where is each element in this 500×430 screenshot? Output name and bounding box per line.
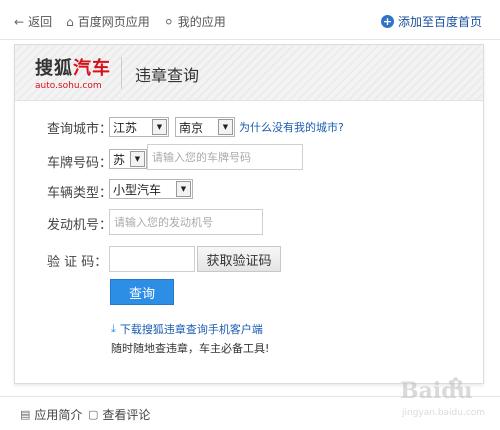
engine-number-input[interactable]: 请输入您的发动机号 [109, 209, 263, 235]
baidu-watermark: Baidu ✿ jingyan.baidu.com [400, 372, 492, 422]
plate-prefix-value: 苏 [113, 152, 126, 167]
plate-number-input[interactable]: 请输入您的车牌号码 [147, 144, 303, 170]
view-comments-label: 查看评论 [102, 408, 151, 422]
app-intro-label: 应用简介 [34, 408, 83, 422]
download-section: ⤓ 下载搜狐违章查询手机客户端 随时随地查违章，车主必备工具! [111, 321, 269, 356]
chevron-down-icon: ▼ [218, 119, 233, 135]
top-nav-bar: ← 返回 ⌂ 百度网页应用 ⚪ 我的应用 + 添加至百度首页 [0, 0, 500, 40]
logo-text-sohu: 搜狐 [35, 58, 73, 79]
logo-url: auto.sohu.com [35, 81, 102, 91]
download-client-link[interactable]: ⤓ 下载搜狐违章查询手机客户端 [111, 321, 269, 337]
download-tagline: 随时随地查违章，车主必备工具! [111, 342, 270, 355]
chevron-down-icon: ▼ [152, 119, 167, 135]
province-select[interactable]: 江苏 ▼ [109, 117, 169, 137]
page-title: 违章查询 [135, 66, 200, 85]
chevron-down-icon: ▼ [130, 151, 145, 167]
sohu-auto-logo: 搜狐汽车 auto.sohu.com [35, 54, 111, 91]
logo-text-auto: 汽车 [73, 58, 111, 79]
comment-icon: ▢ [88, 408, 99, 421]
watermark-url: jingyan.baidu.com [402, 408, 486, 418]
baidu-apps-label: 百度网页应用 [77, 15, 150, 29]
back-label: 返回 [28, 15, 53, 29]
chevron-down-icon: ▼ [176, 181, 191, 197]
my-apps-link[interactable]: ⚪ 我的应用 [164, 13, 226, 30]
vehicle-type-value: 小型汽车 [113, 182, 162, 197]
city-select[interactable]: 南京 ▼ [175, 117, 235, 137]
baidu-apps-link[interactable]: ⌂ 百度网页应用 [66, 13, 150, 30]
back-link[interactable]: ← 返回 [14, 13, 52, 30]
home-icon: ⌂ [66, 14, 74, 29]
city-value: 南京 [179, 120, 204, 135]
download-icon: ⤓ [111, 322, 116, 335]
user-icon: ⚪ [163, 14, 174, 29]
plus-icon: + [380, 15, 394, 28]
app-intro-link[interactable]: ▤ 应用简介 [20, 406, 82, 423]
document-icon: ▤ [20, 408, 31, 421]
download-client-label: 下载搜狐违章查询手机客户端 [119, 323, 263, 336]
violation-query-card: 搜狐汽车 auto.sohu.com 违章查询 查询城市： 江苏 ▼ 南京 ▼ … [14, 44, 484, 384]
province-value: 江苏 [113, 120, 138, 135]
vehicle-type-select[interactable]: 小型汽车 ▼ [109, 179, 193, 199]
add-to-homepage-link[interactable]: + 添加至百度首页 [380, 13, 482, 30]
back-arrow-icon: ← [14, 14, 25, 29]
header-divider [121, 57, 122, 89]
query-button[interactable]: 查询 [110, 279, 174, 305]
card-header: 搜狐汽车 auto.sohu.com 违章查询 [15, 45, 483, 101]
top-nav: ← 返回 ⌂ 百度网页应用 ⚪ 我的应用 [14, 13, 240, 30]
add-to-homepage-label: 添加至百度首页 [397, 15, 482, 29]
view-comments-link[interactable]: ▢ 查看评论 [88, 406, 150, 423]
paw-icon: ✿ [448, 374, 464, 395]
get-code-button[interactable]: 获取验证码 [197, 246, 281, 272]
plate-prefix-select[interactable]: 苏 ▼ [109, 149, 147, 169]
why-no-city-link[interactable]: 为什么没有我的城市? [239, 119, 344, 135]
captcha-input[interactable] [109, 246, 195, 272]
my-apps-label: 我的应用 [177, 15, 226, 29]
